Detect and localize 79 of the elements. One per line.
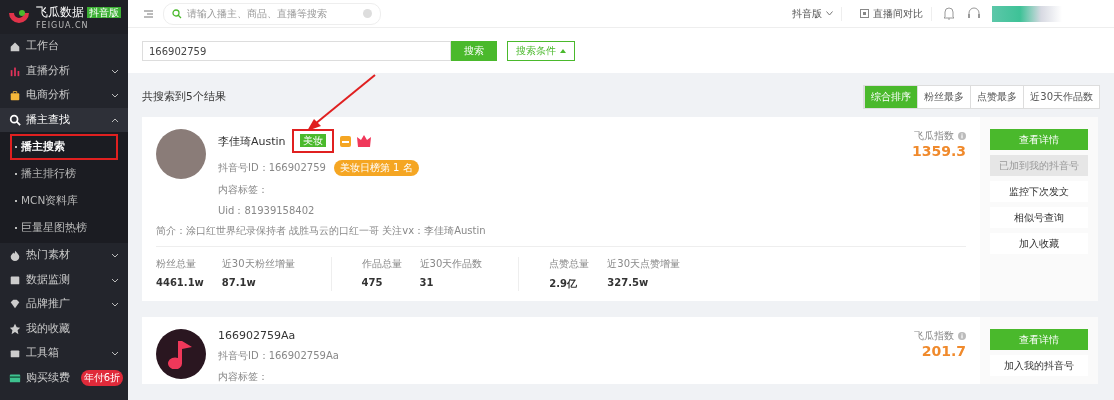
stat-label: 作品总量 <box>361 257 402 271</box>
chevron-icon <box>111 300 119 309</box>
stat-value: 87.1w <box>221 277 257 288</box>
index-value: 201.7 <box>921 343 966 359</box>
logo-icon <box>8 9 30 25</box>
sidebar-item[interactable]: 工作台 <box>0 34 128 59</box>
stat-value: 4461.1w <box>156 277 204 288</box>
home-icon <box>9 40 21 53</box>
info-icon[interactable] <box>958 132 966 140</box>
account-name[interactable]: 166902759Aa <box>218 329 296 342</box>
photo-placeholder <box>156 129 206 179</box>
search-icon <box>172 8 182 19</box>
bag-icon <box>9 89 21 102</box>
category-tag: 美妆 <box>299 134 326 147</box>
stat-label: 点赞总量 <box>549 257 590 271</box>
sidebar-item[interactable]: 播主查找 <box>0 107 128 132</box>
sidebar-subitem[interactable]: 播主搜索 <box>10 134 118 160</box>
stat-value: 2.9亿 <box>549 277 578 291</box>
shop-icon <box>339 135 351 147</box>
crown-icon <box>356 135 371 147</box>
action-button[interactable]: 监控下次发文 <box>990 181 1088 202</box>
index-label: 飞瓜指数 <box>914 329 954 343</box>
edition-badge: 抖音版 <box>87 7 121 18</box>
chevron-icon <box>826 11 833 16</box>
result-count: 共搜索到5个结果 <box>142 90 226 104</box>
index-value: 1359.3 <box>911 143 966 159</box>
sidebar-item[interactable]: 数据监测 <box>0 267 128 292</box>
stat-value: 327.5w <box>607 277 650 288</box>
brand-domain: FEIGUA.CN <box>36 21 90 30</box>
action-button[interactable]: 加入收藏 <box>990 233 1088 254</box>
sidebar-subitem[interactable]: MCN资料库 <box>10 188 118 214</box>
version-dropdown[interactable]: 抖音版 <box>784 6 842 21</box>
action-button[interactable]: 相似号查询 <box>990 207 1088 228</box>
info-icon[interactable] <box>958 332 966 340</box>
compare-icon <box>860 9 869 18</box>
intro-text: 简介：涂口红世界纪录保持者 战胜马云的口红一哥 关注vx：李佳琦Austin <box>156 224 966 247</box>
stat-label: 粉丝总量 <box>156 257 197 271</box>
clear-icon[interactable] <box>363 9 372 18</box>
sidebar-item[interactable]: 直播分析 <box>0 58 128 83</box>
account-id: 抖音号ID：166902759Aa <box>218 349 339 363</box>
compare-link[interactable]: 直播间对比 <box>852 6 932 21</box>
stat-label: 近30天作品数 <box>419 257 483 271</box>
sidebar-subitem[interactable]: 播主排行榜 <box>10 161 118 187</box>
menu-icon[interactable] <box>144 9 153 18</box>
chevron-icon <box>111 91 119 100</box>
caret-icon <box>560 49 566 53</box>
chevron-icon <box>111 251 119 260</box>
sidebar-item[interactable]: 电商分析 <box>0 83 128 108</box>
stat-value: 31 <box>419 277 435 288</box>
content-tags-label: 内容标签： <box>218 183 268 197</box>
headset-icon[interactable] <box>966 6 982 21</box>
discount-badge: 年付6折 <box>80 369 123 386</box>
brand-name: 飞瓜数据 <box>36 5 84 19</box>
search-icon <box>9 113 21 126</box>
user-avatar-placeholder[interactable] <box>992 5 1062 22</box>
stat-label: 近30天点赞增量 <box>607 257 681 271</box>
fire-icon <box>9 249 21 262</box>
music-avatar-icon <box>156 329 206 379</box>
stat-value: 475 <box>361 277 384 288</box>
sidebar-subitem[interactable]: 巨量星图热榜 <box>10 215 118 241</box>
toolbox-icon <box>9 347 21 360</box>
diamond-icon <box>9 298 21 311</box>
sidebar-item[interactable]: 我的收藏 <box>0 316 128 341</box>
sidebar-item[interactable]: 热门素材 <box>0 243 128 268</box>
sidebar-item[interactable]: 工具箱 <box>0 341 128 366</box>
account-name[interactable]: 李佳琦Austin <box>218 133 286 149</box>
action-button[interactable]: 加入我的抖音号 <box>990 355 1088 376</box>
content-tags-label: 内容标签： <box>218 370 268 384</box>
sidebar-item[interactable]: 购买续费 年付6折 <box>0 365 128 390</box>
sidebar-item[interactable]: 品牌推广 <box>0 292 128 317</box>
search-input[interactable]: 166902759 <box>142 41 451 61</box>
index-label: 飞瓜指数 <box>914 129 954 143</box>
bell-icon[interactable] <box>942 6 956 21</box>
stat-label: 近30天粉丝增量 <box>221 257 295 271</box>
chevron-icon <box>111 349 119 358</box>
star-icon <box>9 322 21 335</box>
uid-text: Uid：81939158402 <box>218 204 315 218</box>
rank-badge: 美妆日榜第 1 名 <box>333 160 419 176</box>
account-id: 抖音号ID：166902759 <box>218 161 326 175</box>
